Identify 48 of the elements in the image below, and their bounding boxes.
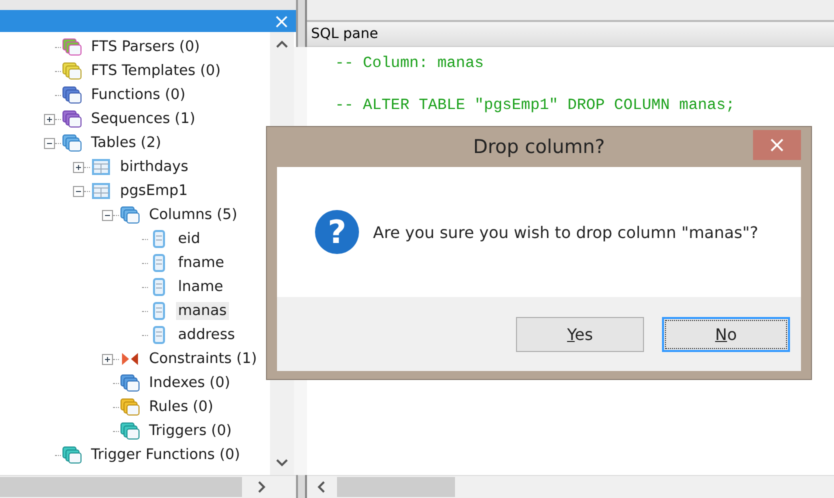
tree-item[interactable]: Sequences (1)	[89, 110, 198, 128]
tree-item[interactable]: fname	[176, 254, 226, 272]
tree-item[interactable]: lname	[176, 278, 226, 296]
tree-item[interactable]: Constraints (1)	[147, 350, 259, 368]
cancel-button[interactable]: No	[662, 316, 790, 352]
horizontal-scrollbar[interactable]	[0, 475, 296, 498]
cards-icon	[61, 37, 83, 57]
grid-icon	[90, 181, 112, 201]
tree-item[interactable]: manas	[176, 302, 229, 320]
confirm-button[interactable]: Yes	[516, 316, 644, 352]
tree-item[interactable]: FTS Templates (0)	[89, 62, 223, 80]
cards-icon	[61, 61, 83, 81]
pane-header: SQL pane	[307, 22, 834, 47]
tree-item[interactable]: birthdays	[118, 158, 190, 176]
tree-item[interactable]: pgsEmp1	[118, 182, 190, 200]
expand-icon[interactable]	[73, 162, 84, 172]
dialog-title: Drop column?	[473, 136, 605, 158]
tree-item[interactable]: Columns (5)	[147, 206, 240, 224]
code-comment: -- Column: manas	[335, 54, 484, 72]
code-comment: -- ALTER TABLE "pgsEmp1" DROP COLUMN manas;	[335, 96, 735, 114]
scroll-up-icon[interactable]	[276, 40, 288, 48]
question-icon: ?	[315, 210, 359, 254]
tree-item[interactable]: Triggers (0)	[147, 422, 234, 440]
scroll-left-icon[interactable]	[317, 481, 325, 493]
expand-icon[interactable]	[102, 354, 113, 364]
tree-item[interactable]: eid	[176, 230, 202, 248]
tree-item[interactable]: FTS Parsers (0)	[89, 38, 202, 56]
collapse-icon[interactable]	[102, 210, 113, 220]
expand-icon[interactable]	[44, 114, 55, 124]
scrollbar-thumb[interactable]	[337, 477, 455, 497]
tree-item[interactable]: address	[176, 326, 237, 344]
tree-item[interactable]: Rules (0)	[147, 398, 216, 416]
stack-icon	[119, 397, 141, 417]
close-button[interactable]: ×	[267, 11, 296, 31]
stack-icon	[61, 85, 83, 105]
dialog-message: Are you sure you wish to drop column "manas"?	[373, 222, 758, 242]
grid-icon	[90, 157, 112, 177]
collapse-icon[interactable]	[73, 186, 84, 196]
tree-item[interactable]: Trigger Functions (0)	[89, 446, 242, 464]
scroll-right-icon[interactable]	[258, 481, 266, 493]
tree-item[interactable]: Indexes (0)	[147, 374, 232, 392]
horizontal-scrollbar[interactable]	[307, 475, 834, 498]
collapse-icon[interactable]	[44, 138, 55, 148]
stack-icon	[119, 373, 141, 393]
tree-item[interactable]: Tables (2)	[89, 134, 164, 152]
scrollbar-thumb[interactable]	[0, 477, 242, 497]
tree-item[interactable]: Functions (0)	[89, 86, 188, 104]
scroll-down-icon[interactable]	[276, 459, 288, 467]
